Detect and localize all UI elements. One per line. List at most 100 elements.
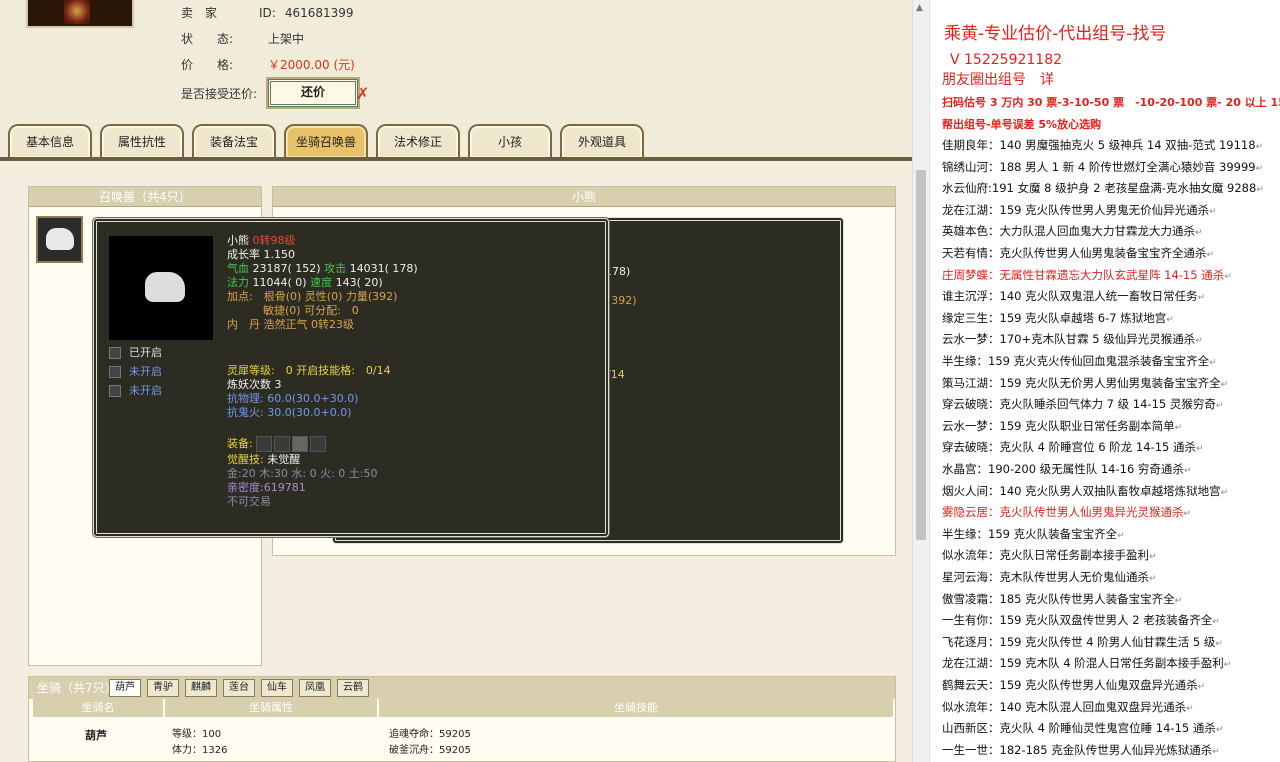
return-icon: ↵: [1212, 617, 1220, 628]
return-icon: ↵: [1117, 530, 1125, 541]
spd-label: 速度: [310, 276, 333, 289]
tooltip-name-row: 小熊 0转98级: [227, 234, 296, 248]
atk-value: 14031( 178): [349, 262, 418, 275]
tab-spell-correction[interactable]: 法术修正: [376, 124, 460, 158]
mount-tab-2[interactable]: 青驴: [147, 679, 179, 697]
price-value: ￥2000.00 (元): [268, 58, 355, 72]
ad-item-text: 飞花逐月：159 克火队传世 4 阶男人仙甘霖生活 5 级: [942, 634, 1216, 649]
ad-item-text: 半生缘：159 克火克火传仙回血鬼混杀装备宝宝齐全: [942, 354, 1210, 368]
ad-list-item: 穿去破晓：克火队 4 阶睡宫位 6 阶龙 14-15 通杀↵: [942, 438, 1204, 458]
tab-attributes[interactable]: 属性抗性: [100, 124, 184, 158]
equip-slot-2: [274, 436, 291, 452]
ad-list-item: 穿云破晓：克火队睡杀回气体力 7 级 14-15 灵猴穷奇↵: [942, 395, 1223, 415]
status-label: 状 态:: [181, 32, 234, 46]
equip-slot-3: [292, 436, 309, 452]
status-row: 状 态: 上架中: [181, 31, 304, 47]
ad-item-text: 云水一梦：159 克火队职业日常任务副本简单: [942, 418, 1175, 433]
ad-list-item: 飞花逐月：159 克火队传世 4 阶男人仙甘霖生活 5 级↵: [942, 633, 1223, 653]
intimacy: 亲密度:619781: [227, 481, 306, 494]
mount-panel: 坐骑（共7只） 葫芦 青驴 麒麟 莲台 仙车 凤凰 云鹤 坐骑名 坐骑属性 坐骑…: [28, 676, 896, 762]
ad-price-scan: 扫码估号 3 万内 30 票-3-10-50 票 -10-20-100 票- 2…: [942, 96, 1280, 109]
return-icon: ↵: [1166, 314, 1174, 325]
mount-tab-1[interactable]: 葫芦: [109, 679, 141, 697]
ad-list-item: 云水一梦：159 克火队职业日常任务副本简单↵: [942, 417, 1182, 437]
refine-count: 炼妖次数 3: [227, 378, 282, 391]
elements: 金:20 木:30 水: 0 火: 0 土:50: [227, 467, 378, 480]
tab-basic-info[interactable]: 基本信息: [8, 124, 92, 158]
equipment-row: 装备:: [227, 436, 328, 452]
return-icon: ↵: [1215, 401, 1224, 412]
ad-list-item: 似水流年：140 克木队混人回血鬼双盘异光通杀↵: [942, 698, 1194, 718]
summon-thumbnail[interactable]: [36, 216, 83, 263]
mount-tab-7[interactable]: 云鹤: [337, 679, 369, 697]
tab-appearance[interactable]: 外观道具: [560, 124, 644, 158]
slot-label-1: 已开启: [129, 346, 162, 359]
ad-item-text: 云水一梦：170+克木队甘霖 5 级仙异光灵猴通杀: [942, 332, 1196, 347]
hp-value: 23187( 152): [252, 262, 321, 275]
mp-value: 11044( 0): [252, 276, 307, 289]
mp-label: 法力: [227, 276, 249, 289]
return-icon: ↵: [1215, 725, 1224, 736]
ad-item-text: 龙在江湖：159 克木队 4 阶混人日常任务副本接手盈利: [942, 656, 1224, 671]
physical-resist: 抗物理: 60.0(30.0+30.0): [227, 392, 359, 405]
ghost-fire-resist: 抗鬼火: 30.0(30.0+0.0): [227, 406, 352, 419]
return-icon: ↵: [1255, 142, 1264, 152]
mount-tab-6[interactable]: 凤凰: [299, 679, 331, 697]
ad-item-text: 龙在江湖：159 克火队传世男人男鬼无价仙异光通杀: [942, 202, 1210, 217]
tab-mounts-summons[interactable]: 坐骑召唤兽: [284, 124, 368, 158]
spirit-level: 灵犀等级: 0 开启技能格: 0/14: [227, 364, 391, 377]
ad-list-item: 谁主沉浮：140 克火队双鬼混人统一畜牧日常任务↵: [942, 287, 1205, 307]
counter-offer-button[interactable]: 还价: [268, 79, 358, 107]
mount-stamina: 体力：1326: [172, 745, 228, 756]
return-icon: ↵: [1206, 250, 1215, 260]
seller-id-label: ID:: [259, 6, 276, 20]
status-value: 上架中: [268, 32, 305, 46]
mount-tab-3[interactable]: 麒麟: [185, 679, 217, 697]
ad-list-item: 半生缘：159 克火克火传仙回血鬼混杀装备宝宝齐全↵: [942, 352, 1217, 372]
ad-item-text: 星河云海：克木队传世男人无价鬼仙通杀: [942, 570, 1149, 584]
inner-core: 内 丹 浩然正气 0转23级: [227, 318, 354, 331]
mount-col-attr: 坐骑属性: [165, 699, 377, 717]
close-icon: ✗: [356, 84, 370, 103]
ad-list-item: 策马江湖：159 克火队无价男人男仙男鬼装备宝宝齐全↵: [942, 374, 1228, 394]
ad-list-item: 水晶宫：190-200 级无属性队 14-16 穷奇通杀↵: [942, 460, 1191, 480]
return-icon: ↵: [1149, 574, 1157, 584]
awaken-row: 觉醒技: 未觉醒: [227, 453, 300, 467]
tab-child[interactable]: 小孩: [468, 124, 552, 158]
ad-item-text: 缘定三生：159 克火队卓越塔 6-7 炼狱地宫: [942, 310, 1167, 325]
app-root: 卖 家 ID: 461681399 状 态: 上架中 价 格: ￥2000.00 (元)…: [0, 0, 1280, 762]
ad-item-text: 山西新区：克火队 4 阶睡仙灵性鬼宫位睡 14-15 通杀: [942, 721, 1216, 736]
ad-list-item: 佳期良年：140 男魔强抽克火 5 级神兵 14 双抽-范式 19118↵: [942, 136, 1263, 156]
return-icon: ↵: [1186, 703, 1194, 714]
return-icon: ↵: [1223, 660, 1232, 671]
ad-list-item: 半生缘：159 克火队装备宝宝齐全↵: [942, 525, 1125, 545]
return-icon: ↵: [1174, 595, 1183, 606]
ad-list-item: 山西新区：克火队 4 阶睡仙灵性鬼宫位睡 14-15 通杀↵: [942, 719, 1223, 739]
ad-list-item: 烟火人间：140 克火队男人双抽队畜牧卓越塔炼狱地宫↵: [942, 482, 1228, 502]
ad-item-text: 似水流年：140 克木队混人回血鬼双盘异光通杀: [942, 699, 1187, 714]
mount-title: 坐骑（共7只）: [37, 681, 117, 695]
scroll-thumb[interactable]: [916, 170, 926, 540]
ad-item-text: 水云仙府:191 女魔 8 级护身 2 老孩星盘满-克水抽女魔 9288: [942, 181, 1257, 196]
ad-list-item: 天若有情：克火队传世男人仙男鬼装备宝宝齐全通杀↵: [942, 244, 1214, 264]
ad-item-text: 烟火人间：140 克火队男人双抽队畜牧卓越塔炼狱地宫: [942, 483, 1221, 498]
mount-skill-2: 破釜沉舟：59205: [389, 745, 471, 756]
slot-icon-2: [109, 366, 121, 378]
return-icon: ↵: [1195, 228, 1203, 239]
scroll-up-icon[interactable]: ▲: [916, 3, 923, 13]
return-icon: ↵: [1220, 379, 1229, 390]
tab-equipment[interactable]: 装备法宝: [192, 124, 276, 158]
ad-item-text: 穿云破晓：克火队睡杀回气体力 7 级 14-15 灵猴穷奇: [942, 397, 1216, 412]
polar-bear-image: [145, 272, 185, 302]
return-icon: ↵: [1255, 163, 1264, 174]
ad-list-item: 缘定三生：159 克火队卓越塔 6-7 炼狱地宫↵: [942, 309, 1174, 329]
page-scrollbar[interactable]: ▲: [912, 0, 929, 762]
polar-bear-icon: [46, 228, 74, 250]
stat-points: 加点: 根骨(0) 灵性(0) 力量(392): [227, 290, 398, 303]
return-icon: ↵: [1183, 509, 1192, 520]
return-icon: ↵: [1256, 185, 1264, 196]
ad-list-item: 水云仙府:191 女魔 8 级护身 2 老孩星盘满-克水抽女魔 9288↵: [942, 179, 1264, 199]
mount-tab-5[interactable]: 仙车: [261, 679, 293, 697]
ad-item-text: 一生一世：182-185 克金队传世男人仙异光炼狱通杀: [942, 742, 1213, 757]
mount-tab-4[interactable]: 莲台: [223, 679, 255, 697]
